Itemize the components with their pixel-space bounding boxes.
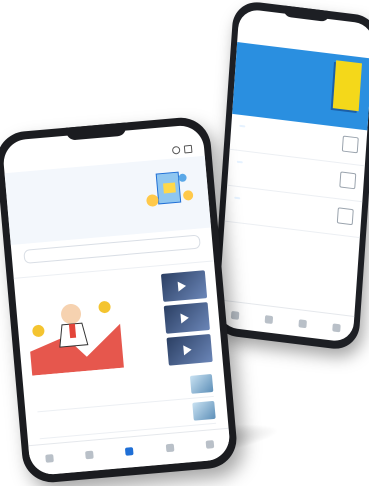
video-thumbnail[interactable]	[166, 333, 213, 366]
play-icon	[177, 280, 187, 292]
menu-icon	[205, 440, 215, 449]
video-thumbnail[interactable]	[163, 302, 210, 334]
front-media-area	[14, 265, 223, 382]
tabbar-item[interactable]	[165, 443, 175, 455]
book-icon	[85, 450, 95, 460]
play-icon	[125, 447, 135, 456]
tabbar-item[interactable]	[205, 440, 215, 451]
back-item-chip[interactable]	[234, 196, 241, 200]
list-item-image	[189, 373, 214, 394]
document-icon	[339, 171, 357, 190]
home-icon[interactable]	[230, 310, 240, 320]
book-illustration	[332, 60, 362, 112]
list-item-text	[36, 385, 190, 399]
list-item-text	[39, 412, 193, 426]
tabbar-item[interactable]	[85, 450, 95, 462]
list-item-image	[192, 400, 216, 421]
back-item-chip[interactable]	[239, 124, 246, 128]
back-phone	[210, 0, 369, 352]
back-tab-bar	[217, 299, 355, 343]
play-icon[interactable]	[298, 319, 307, 329]
document-icon	[341, 135, 359, 154]
play-icon	[180, 312, 190, 324]
video-thumbnail[interactable]	[160, 270, 208, 302]
home-icon	[45, 454, 54, 463]
front-phone	[0, 115, 239, 485]
user-icon[interactable]	[332, 323, 341, 333]
back-phone-screen	[217, 8, 369, 343]
video-thumbnails	[160, 270, 213, 369]
back-item-text	[237, 159, 336, 171]
document-icon	[336, 207, 354, 226]
menu-icon[interactable]	[183, 144, 193, 154]
back-item-text	[235, 195, 334, 207]
front-phone-screen	[1, 123, 232, 477]
search-icon[interactable]	[171, 145, 181, 155]
tabbar-item[interactable]	[45, 454, 54, 465]
banner-illustration	[146, 171, 194, 207]
back-item-chip[interactable]	[236, 160, 243, 164]
user-icon	[165, 443, 175, 453]
book-icon[interactable]	[264, 315, 274, 325]
play-icon	[183, 344, 193, 356]
tabbar-item[interactable]	[125, 447, 135, 458]
cartoon-illustration	[30, 301, 124, 376]
